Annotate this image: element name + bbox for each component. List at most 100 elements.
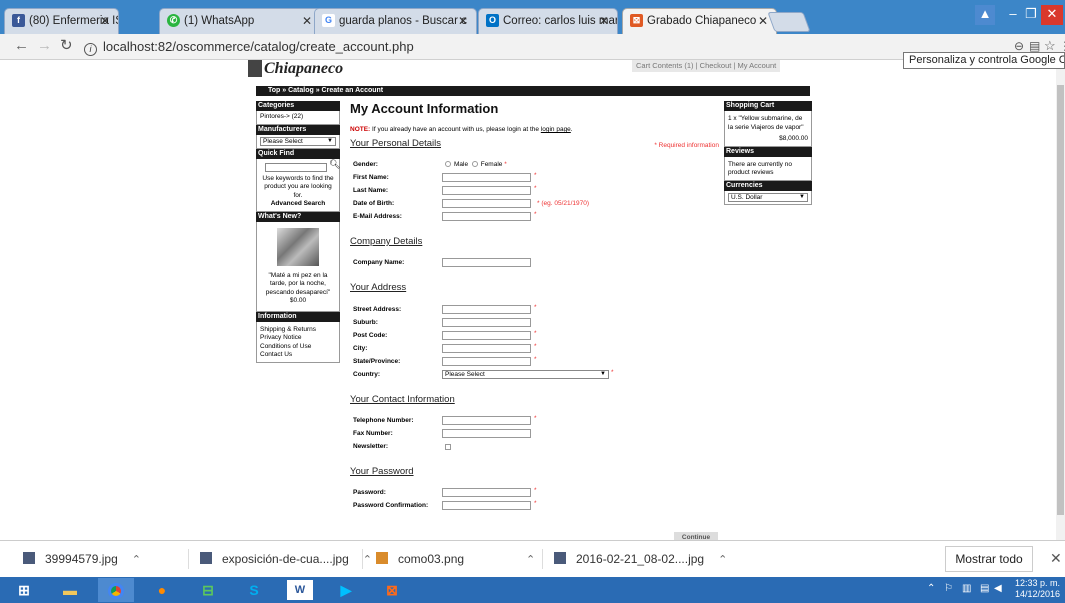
reload-icon[interactable]: ↻: [60, 38, 73, 54]
account-form: My Account Information NOTE: If you alre…: [350, 101, 720, 512]
category-link[interactable]: Pintores-> (22): [260, 113, 336, 122]
section-title: Your Personal Details: [350, 138, 442, 149]
header-nav: Cart Contents (1) | Checkout | My Accoun…: [632, 60, 781, 72]
password-input[interactable]: [442, 488, 531, 497]
currency-select[interactable]: U.S. Dollar ▼: [728, 192, 808, 202]
conditions-of-use-link[interactable]: Conditions of Use: [260, 343, 336, 352]
city-input[interactable]: [442, 344, 531, 353]
new-tab-button[interactable]: [767, 12, 811, 32]
tab-whatsapp[interactable]: ✆ (1) WhatsApp ✕: [159, 8, 321, 34]
site-logo[interactable]: Chiapaneco: [264, 60, 343, 78]
page-scrollbar[interactable]: [1056, 60, 1065, 540]
cart-contents-link[interactable]: Cart Contents (1): [636, 61, 694, 70]
newsletter-row: Newsletter:: [350, 440, 720, 453]
show-hidden-icons[interactable]: ⌃: [927, 582, 935, 596]
country-select[interactable]: Please Select ▼: [442, 370, 609, 379]
battery-icon[interactable]: ▤: [980, 582, 989, 596]
privacy-notice-link[interactable]: Privacy Notice: [260, 334, 336, 343]
close-icon[interactable]: ✕: [458, 9, 468, 33]
tab-grabado-chiapaneco[interactable]: ⊠ Grabado Chiapaneco ✕: [622, 8, 777, 35]
info-icon[interactable]: i: [84, 43, 97, 56]
volume-icon[interactable]: ◀: [994, 582, 1002, 596]
postcode-input[interactable]: [442, 331, 531, 340]
quick-find-input[interactable]: [265, 162, 327, 172]
download-item[interactable]: 2016-02-21_08-02....jpg ⌃: [554, 551, 727, 568]
tab-enfermeria[interactable]: f (80) Enfermeria ISEEECH ✕: [4, 8, 119, 34]
fax-input[interactable]: [442, 429, 531, 438]
minimize-button[interactable]: –: [1005, 5, 1021, 25]
close-icon[interactable]: ✕: [302, 9, 312, 33]
network-icon[interactable]: ▥: [962, 582, 971, 596]
back-arrow-icon[interactable]: ←: [14, 38, 29, 54]
right-column: Shopping Cart 1 x "Yellow submarine, de …: [724, 101, 812, 205]
contact-us-link[interactable]: Contact Us: [260, 351, 336, 360]
download-filename: 2016-02-21_08-02....jpg: [576, 552, 705, 566]
breadcrumb[interactable]: Top » Catalog » Create an Account: [256, 86, 810, 96]
store-icon[interactable]: ⊟: [190, 578, 226, 602]
first-name-input[interactable]: [442, 173, 531, 182]
close-icon[interactable]: ✕: [1050, 550, 1062, 567]
user-profile-icon[interactable]: ▲: [975, 5, 995, 25]
continue-button[interactable]: Continue: [674, 532, 718, 540]
required-info-note: * Required information: [654, 142, 719, 149]
show-all-button[interactable]: Mostrar todo: [945, 546, 1033, 572]
newsletter-checkbox[interactable]: [445, 444, 451, 450]
word-icon[interactable]: W: [287, 580, 313, 600]
chrome-icon[interactable]: [98, 578, 134, 602]
flag-icon[interactable]: ⚐: [944, 582, 953, 596]
chevron-up-icon[interactable]: ⌃: [132, 554, 141, 566]
email-input[interactable]: [442, 212, 531, 221]
close-icon[interactable]: ✕: [100, 9, 110, 33]
required-star: *: [534, 304, 537, 311]
state-input[interactable]: [442, 357, 531, 366]
required-star: *: [534, 185, 537, 192]
cart-item[interactable]: 1 x "Yellow submarine, de la serie Viaje…: [728, 115, 808, 132]
media-player-icon[interactable]: ▶: [328, 578, 364, 602]
checkout-link[interactable]: Checkout: [700, 61, 732, 70]
male-label: Male: [454, 161, 469, 168]
female-radio[interactable]: [471, 161, 478, 168]
download-item[interactable]: como03.png ⌃: [376, 551, 535, 568]
firefox-icon[interactable]: ●: [144, 578, 180, 602]
required-star: *: [534, 415, 537, 422]
close-icon[interactable]: ✕: [758, 9, 768, 33]
clock[interactable]: 12:33 p. m. 14/12/2016: [1010, 578, 1060, 600]
password-confirm-input[interactable]: [442, 501, 531, 510]
forward-arrow-icon[interactable]: →: [37, 38, 52, 54]
my-account-link[interactable]: My Account: [737, 61, 776, 70]
personal-details-heading: Your Personal Details * Required informat…: [350, 138, 720, 150]
suburb-input[interactable]: [442, 318, 531, 327]
country-label: Country:: [353, 371, 381, 378]
shopping-cart-box: 1 x "Yellow submarine, de la serie Viaje…: [724, 111, 812, 147]
address-bar[interactable]: i localhost:82/oscommerce/catalog/create_…: [84, 38, 414, 56]
scrollbar-thumb[interactable]: [1057, 85, 1064, 515]
chevron-up-icon[interactable]: ⌃: [363, 554, 372, 566]
chevron-up-icon[interactable]: ⌃: [718, 554, 727, 566]
tab-outlook[interactable]: O Correo: carlos luis marro ✕: [478, 8, 618, 34]
street-input[interactable]: [442, 305, 531, 314]
tab-google-search[interactable]: G guarda planos - Buscar c ✕: [314, 8, 477, 34]
url-text: localhost:82/oscommerce/catalog/create_a…: [103, 39, 414, 54]
download-item[interactable]: 39994579.jpg ⌃: [23, 551, 141, 568]
male-radio[interactable]: [445, 161, 451, 168]
advanced-search-link[interactable]: Advanced Search: [260, 200, 336, 209]
skype-icon[interactable]: S: [236, 578, 272, 602]
search-icon[interactable]: 🔍︎: [329, 159, 340, 169]
product-caption[interactable]: "Maté a mi pez en la tarde, por la noche…: [260, 272, 336, 298]
shipping-returns-link[interactable]: Shipping & Returns: [260, 326, 336, 335]
dob-input[interactable]: [442, 199, 531, 208]
company-input[interactable]: [442, 258, 531, 267]
login-page-link[interactable]: login page: [541, 126, 571, 133]
last-name-input[interactable]: [442, 186, 531, 195]
maximize-button[interactable]: ❐: [1023, 5, 1039, 25]
download-item[interactable]: exposición-de-cua....jpg ⌃: [200, 551, 372, 568]
close-icon[interactable]: ✕: [599, 9, 609, 33]
file-explorer-icon[interactable]: ▬: [52, 578, 88, 602]
windows-start-icon[interactable]: ⊞: [6, 578, 42, 602]
manufacturers-select[interactable]: Please Select ▼: [260, 136, 336, 146]
chevron-up-icon[interactable]: ⌃: [526, 554, 535, 566]
product-image[interactable]: [277, 227, 319, 266]
telephone-input[interactable]: [442, 416, 531, 425]
app-icon[interactable]: ⊠: [374, 578, 410, 602]
close-window-button[interactable]: ✕: [1041, 5, 1063, 25]
